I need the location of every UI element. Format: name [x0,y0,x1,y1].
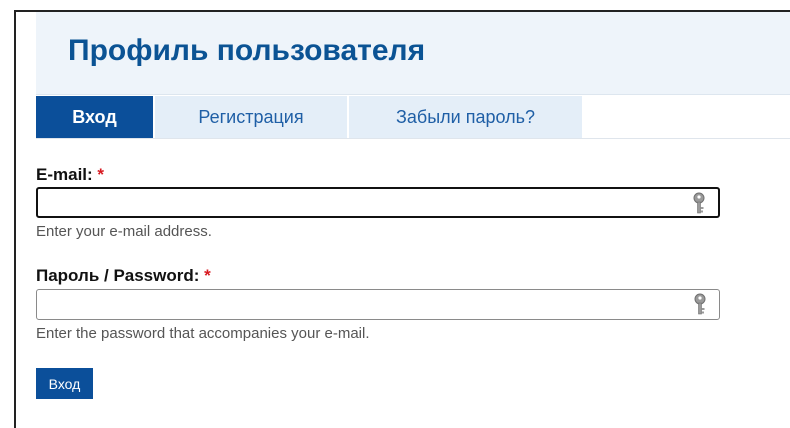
password-label-text: Пароль / Password: [36,266,200,285]
login-button[interactable]: Вход [36,368,93,399]
password-field-wrapper [36,289,720,320]
tab-login[interactable]: Вход [36,96,153,138]
password-field[interactable] [37,290,719,319]
tab-register[interactable]: Регистрация [155,96,347,138]
key-icon[interactable] [693,293,707,317]
email-field-wrapper [36,187,720,218]
page-header: Профиль пользователя [36,12,790,95]
tab-forgot-password[interactable]: Забыли пароль? [349,96,582,138]
email-label-text: E-mail: [36,165,93,184]
password-hint: Enter the password that accompanies your… [36,325,370,342]
login-page: Профиль пользователя Вход Регистрация За… [14,10,790,428]
email-required-mark: * [97,165,105,184]
email-hint: Enter your e-mail address. [36,223,212,240]
key-icon[interactable] [692,192,706,216]
tab-bar: Вход Регистрация Забыли пароль? [36,96,790,139]
email-label: E-mail: * [36,165,104,185]
password-required-mark: * [204,266,211,285]
page-title: Профиль пользователя [68,34,426,67]
email-field[interactable] [38,189,718,216]
password-label: Пароль / Password: * [36,266,211,286]
